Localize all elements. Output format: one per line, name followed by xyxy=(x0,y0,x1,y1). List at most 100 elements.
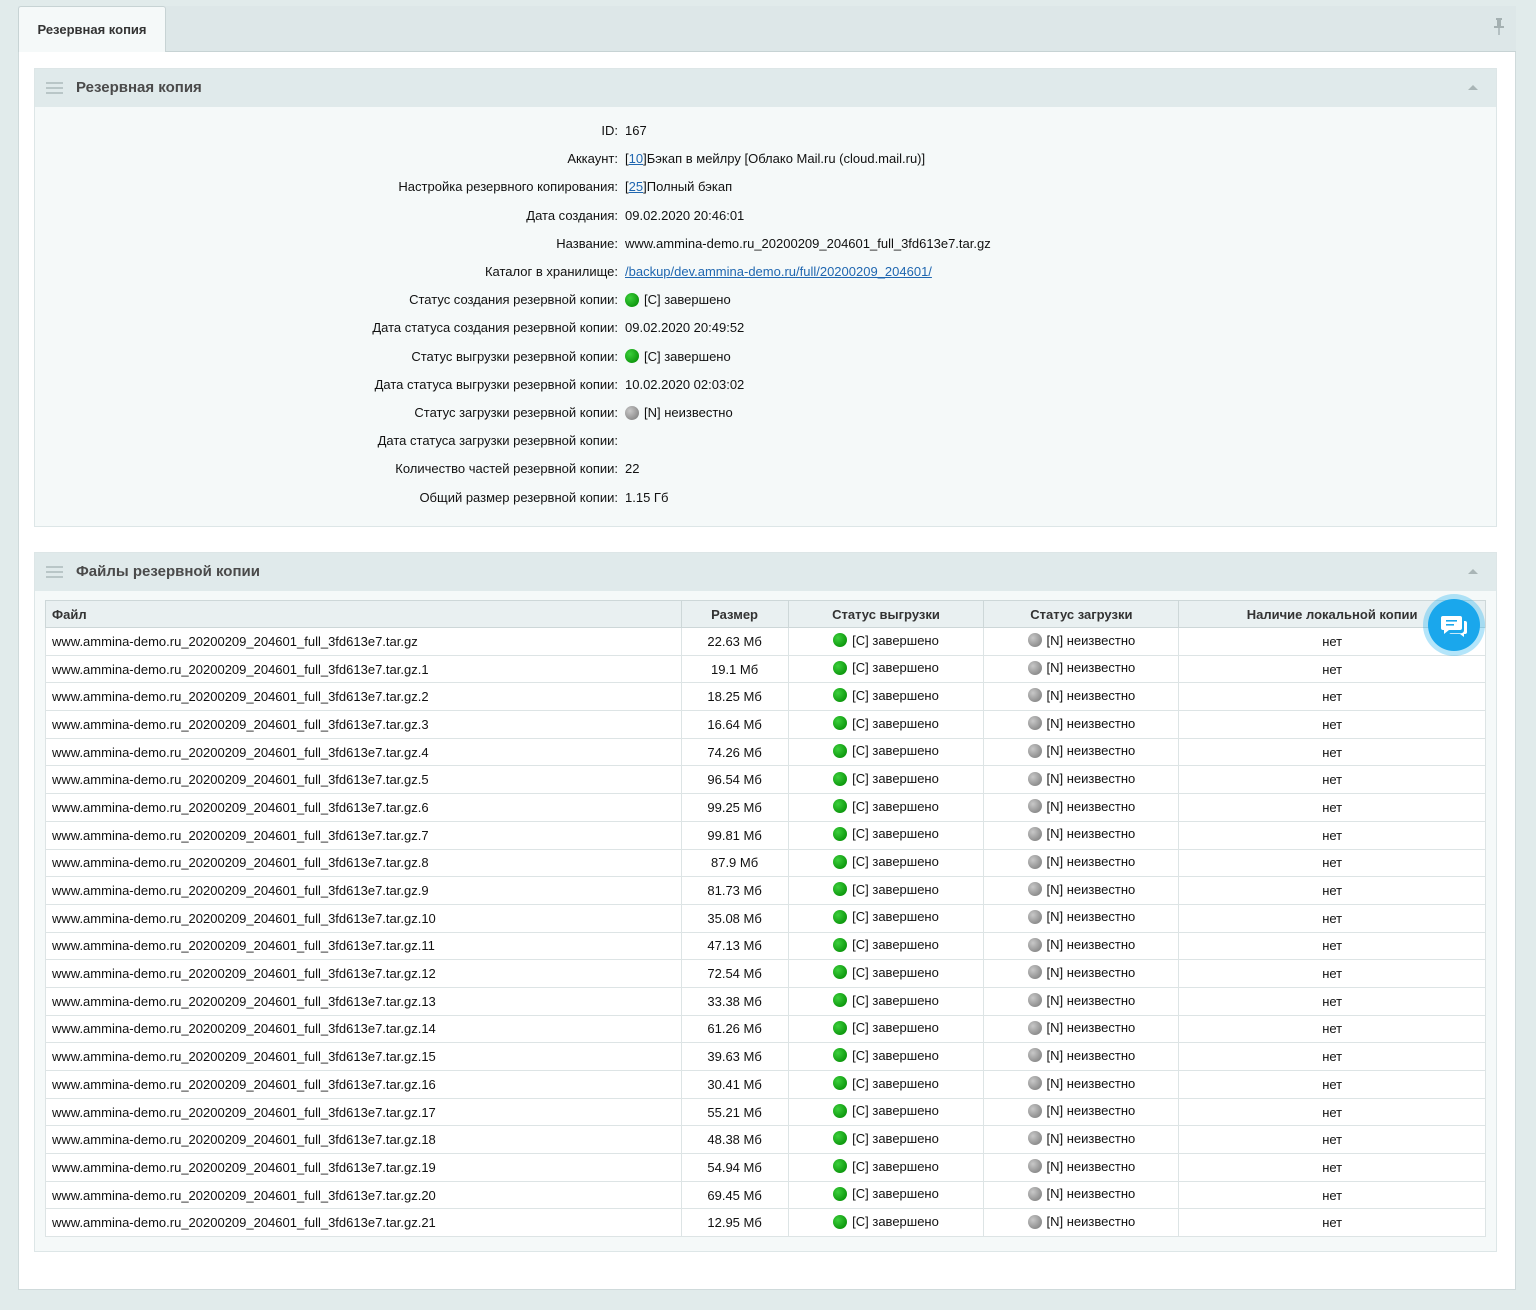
download-status-cell: [N] неизвестно xyxy=(983,931,1180,961)
status-complete-icon xyxy=(833,993,848,1008)
column-header-file[interactable]: Файл xyxy=(45,600,682,628)
table-row[interactable]: www.ammina-demo.ru_20200209_204601_full_… xyxy=(45,1042,1486,1071)
table-row[interactable]: www.ammina-demo.ru_20200209_204601_full_… xyxy=(45,1014,1486,1044)
detail-value: 167 xyxy=(625,123,647,138)
detail-label: Дата статуса создания резервной копии: xyxy=(372,320,618,336)
table-row[interactable]: www.ammina-demo.ru_20200209_204601_full_… xyxy=(45,627,1486,656)
detail-value-text: Бэкап в мейлру [Облако Mail.ru (cloud.ma… xyxy=(646,151,926,167)
file-name-cell: www.ammina-demo.ru_20200209_204601_full_… xyxy=(45,820,682,850)
table-row[interactable]: www.ammina-demo.ru_20200209_204601_full_… xyxy=(45,793,1486,822)
table-row[interactable]: www.ammina-demo.ru_20200209_204601_full_… xyxy=(45,1153,1486,1182)
detail-row: Статус создания резервной копии: [C] заве… xyxy=(35,292,1496,312)
tab-backup[interactable]: Резервная копия xyxy=(18,6,166,52)
upload-status-cell: [C] завершено xyxy=(787,820,985,850)
drag-menu-icon[interactable] xyxy=(46,566,63,578)
status-unknown-icon xyxy=(1027,909,1042,924)
status-complete-icon xyxy=(833,1076,848,1091)
collapse-arrow-icon[interactable] xyxy=(1468,85,1478,90)
detail-value-text: [N] неизвестно xyxy=(644,405,733,420)
table-row[interactable]: www.ammina-demo.ru_20200209_204601_full_… xyxy=(45,903,1486,933)
file-name-cell: www.ammina-demo.ru_20200209_204601_full_… xyxy=(45,710,682,739)
detail-row: Настройка резервного копирования: [25] По… xyxy=(35,179,1496,199)
detail-value: [C] завершено xyxy=(625,292,731,307)
detail-value: 10.02.2020 02:03:02 xyxy=(625,377,744,392)
table-row[interactable]: www.ammina-demo.ru_20200209_204601_full_… xyxy=(45,820,1486,850)
status-text: [N] неизвестно xyxy=(1046,881,1136,897)
file-name-cell: www.ammina-demo.ru_20200209_204601_full_… xyxy=(45,1208,682,1238)
status-text: [C] завершено xyxy=(852,826,939,842)
status-unknown-icon xyxy=(1027,1103,1042,1118)
file-size-cell: 12.95 Мб xyxy=(680,1208,789,1238)
file-size-cell: 39.63 Мб xyxy=(680,1042,789,1071)
status-unknown-icon xyxy=(1027,1131,1042,1146)
detail-row: Общий размер резервной копии: 1.15 Гб xyxy=(35,490,1496,510)
upload-status-cell: [C] завершено xyxy=(787,959,985,988)
detail-id-link[interactable]: 10 xyxy=(629,151,643,166)
file-size-cell: 47.13 Мб xyxy=(680,931,789,961)
file-size-cell: 99.25 Мб xyxy=(680,793,789,822)
status-text: [N] неизвестно xyxy=(1046,687,1136,703)
detail-value-text: 1.15 Гб xyxy=(625,489,669,505)
table-row[interactable]: www.ammina-demo.ru_20200209_204601_full_… xyxy=(45,1070,1486,1099)
local-copy-cell: нет xyxy=(1178,931,1486,961)
file-name-cell: www.ammina-demo.ru_20200209_204601_full_… xyxy=(45,1070,682,1099)
status-text: [C] завершено xyxy=(852,1214,939,1230)
table-row[interactable]: www.ammina-demo.ru_20200209_204601_full_… xyxy=(45,682,1486,712)
status-text: [C] завершено xyxy=(852,992,939,1008)
detail-label: Аккаунт: xyxy=(567,151,618,167)
storage-folder-link[interactable]: /backup/dev.ammina-demo.ru/full/20200209… xyxy=(625,264,932,279)
pin-icon[interactable] xyxy=(1492,17,1506,37)
status-text: [C] завершено xyxy=(852,1103,939,1119)
detail-value-text: [C] завершено xyxy=(644,348,731,364)
files-panel-header: Файлы резервной копии xyxy=(35,553,1496,591)
table-row[interactable]: www.ammina-demo.ru_20200209_204601_full_… xyxy=(45,1180,1486,1210)
file-name-cell: www.ammina-demo.ru_20200209_204601_full_… xyxy=(45,737,682,767)
detail-row: Статус выгрузки резервной копии: [C] заве… xyxy=(35,349,1496,369)
detail-value: 1.15 Гб xyxy=(625,490,668,505)
file-size-cell: 54.94 Мб xyxy=(680,1153,789,1182)
detail-value: 22 xyxy=(625,461,639,476)
local-copy-cell: нет xyxy=(1178,682,1486,712)
table-row[interactable]: www.ammina-demo.ru_20200209_204601_full_… xyxy=(45,848,1486,878)
file-name-cell: www.ammina-demo.ru_20200209_204601_full_… xyxy=(45,931,682,961)
status-text: [N] неизвестно xyxy=(1046,632,1136,648)
table-row[interactable]: www.ammina-demo.ru_20200209_204601_full_… xyxy=(45,959,1486,988)
status-text: [N] неизвестно xyxy=(1046,1020,1136,1036)
status-text: [N] неизвестно xyxy=(1046,1130,1136,1146)
local-copy-cell: нет xyxy=(1178,1125,1486,1155)
status-text: [N] неизвестно xyxy=(1046,1047,1136,1063)
column-header-size[interactable]: Размер xyxy=(680,600,789,628)
content-area: Резервная копия ID: 167 Аккаунт: [10] Бэкап… xyxy=(18,52,1516,1290)
local-copy-cell: нет xyxy=(1178,903,1486,933)
table-row[interactable]: www.ammina-demo.ru_20200209_204601_full_… xyxy=(45,1097,1486,1127)
table-row[interactable]: www.ammina-demo.ru_20200209_204601_full_… xyxy=(45,737,1486,767)
table-row[interactable]: www.ammina-demo.ru_20200209_204601_full_… xyxy=(45,710,1486,739)
status-complete-icon xyxy=(833,882,848,897)
upload-status-cell: [C] завершено xyxy=(787,876,985,905)
status-complete-icon xyxy=(833,1186,848,1201)
table-row[interactable]: www.ammina-demo.ru_20200209_204601_full_… xyxy=(45,1125,1486,1155)
tab-bar: Резервная копия xyxy=(18,6,1516,52)
detail-row: Статус загрузки резервной копии: [N] неиз… xyxy=(35,405,1496,425)
detail-label: Дата создания: xyxy=(526,207,618,223)
column-header-download-status[interactable]: Статус загрузки xyxy=(983,600,1180,628)
file-name-cell: www.ammina-demo.ru_20200209_204601_full_… xyxy=(45,682,682,712)
table-row[interactable]: www.ammina-demo.ru_20200209_204601_full_… xyxy=(45,654,1486,684)
table-row[interactable]: www.ammina-demo.ru_20200209_204601_full_… xyxy=(45,986,1486,1016)
table-row[interactable]: www.ammina-demo.ru_20200209_204601_full_… xyxy=(45,876,1486,905)
chat-button[interactable] xyxy=(1423,594,1485,656)
detail-id-link[interactable]: 25 xyxy=(629,179,643,194)
column-header-upload-status[interactable]: Статус выгрузки xyxy=(787,600,985,628)
status-text: [C] завершено xyxy=(852,964,939,980)
table-row[interactable]: www.ammina-demo.ru_20200209_204601_full_… xyxy=(45,931,1486,961)
table-row[interactable]: www.ammina-demo.ru_20200209_204601_full_… xyxy=(45,765,1486,795)
status-complete-icon xyxy=(833,1159,848,1174)
detail-row: Количество частей резервной копии: 22 xyxy=(35,461,1496,481)
drag-menu-icon[interactable] xyxy=(46,82,63,94)
collapse-arrow-icon[interactable] xyxy=(1468,569,1478,574)
local-copy-cell: нет xyxy=(1178,1153,1486,1182)
download-status-cell: [N] неизвестно xyxy=(983,1208,1180,1238)
status-text: [C] завершено xyxy=(852,909,939,925)
status-text: [C] завершено xyxy=(852,1130,939,1146)
table-row[interactable]: www.ammina-demo.ru_20200209_204601_full_… xyxy=(45,1208,1486,1238)
